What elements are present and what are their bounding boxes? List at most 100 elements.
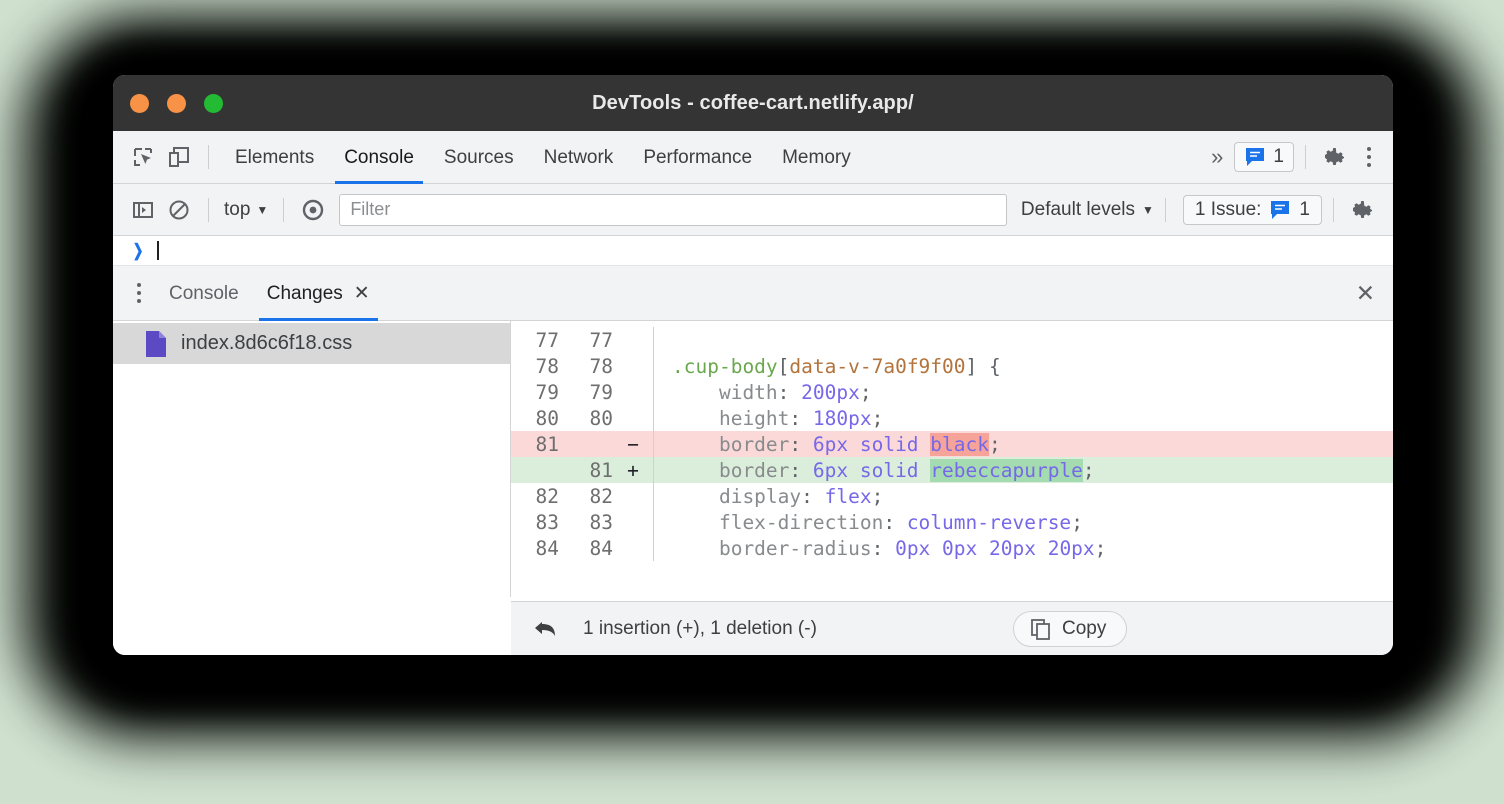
log-levels-selector[interactable]: Default levels ▼ — [1021, 199, 1154, 221]
device-toolbar-icon[interactable] — [161, 139, 197, 175]
diff-line: 8282 display: flex; — [511, 483, 1393, 509]
diff-line-number-old: 83 — [511, 511, 559, 534]
tab-elements[interactable]: Elements — [220, 131, 329, 184]
code-token: ; — [989, 433, 1001, 456]
code-token: ; — [860, 381, 872, 404]
copy-button[interactable]: Copy — [1013, 611, 1127, 647]
diff-line-number-old: 84 — [511, 537, 559, 560]
code-token: black — [930, 433, 989, 456]
copy-icon — [1030, 618, 1052, 640]
code-token: : — [789, 459, 812, 482]
diff-gutter-separator — [653, 327, 654, 353]
code-token: data-v-7a0f9f00 — [789, 355, 965, 378]
console-prompt-row[interactable]: ❯ — [113, 236, 1393, 266]
console-filter-input[interactable]: Filter — [339, 194, 1007, 226]
console-sidebar-icon[interactable] — [125, 192, 161, 228]
window-title: DevTools - coffee-cart.netlify.app/ — [113, 92, 1393, 115]
inspect-element-icon[interactable] — [125, 139, 161, 175]
more-tabs-icon[interactable]: » — [1201, 144, 1230, 170]
drawer-tab-console[interactable]: Console — [155, 266, 253, 321]
tab-sources[interactable]: Sources — [429, 131, 529, 184]
diff-marker: + — [613, 459, 653, 482]
file-list-footer-fill — [113, 600, 511, 655]
issues-badge[interactable]: 1 — [1234, 142, 1294, 172]
diff-gutter-separator — [653, 535, 654, 561]
minimize-window-button[interactable] — [167, 94, 186, 113]
diff-line-number-new: 82 — [559, 485, 613, 508]
css-file-icon — [144, 330, 168, 358]
diff-line: 8080 height: 180px; — [511, 405, 1393, 431]
diff-line-number-new: 79 — [559, 381, 613, 404]
code-token: [ — [778, 355, 790, 378]
close-changes-tab-icon[interactable]: ✕ — [354, 266, 370, 321]
chevron-down-icon-levels: ▼ — [1142, 203, 1154, 217]
code-token: border — [672, 433, 789, 456]
devtools-window: DevTools - coffee-cart.netlify.app/ Elem… — [113, 75, 1393, 655]
code-token: : — [872, 537, 895, 560]
diff-line-number-new: 80 — [559, 407, 613, 430]
diff-gutter-separator — [653, 483, 654, 509]
diff-line-number-new: 84 — [559, 537, 613, 560]
issues-badge-count: 1 — [1273, 146, 1284, 168]
close-window-button[interactable] — [130, 94, 149, 113]
tab-memory[interactable]: Memory — [767, 131, 866, 184]
gear-icon[interactable] — [1317, 139, 1353, 175]
diff-line-number-new: 77 — [559, 329, 613, 352]
console-toolbar-divider-3 — [1165, 198, 1166, 222]
changes-diff-view: 77777878.cup-body[data-v-7a0f9f00] {7979… — [511, 321, 1393, 597]
code-token: rebeccapurple — [930, 459, 1083, 482]
diff-line: 7979 width: 200px; — [511, 379, 1393, 405]
code-token: : — [789, 433, 812, 456]
changes-file-list: index.8d6c6f18.css — [113, 321, 511, 597]
code-token: flex-direction — [672, 511, 883, 534]
diff-line: 7878.cup-body[data-v-7a0f9f00] { — [511, 353, 1393, 379]
changes-file-item[interactable]: index.8d6c6f18.css — [113, 323, 510, 364]
diff-marker: − — [613, 433, 653, 456]
issues-counter-button[interactable]: 1 Issue: 1 — [1183, 195, 1322, 225]
issues-counter-label: 1 Issue: — [1195, 199, 1262, 221]
console-toolbar-divider — [208, 198, 209, 222]
close-drawer-icon[interactable]: ✕ — [1356, 280, 1379, 307]
live-expression-icon[interactable] — [295, 192, 331, 228]
console-toolbar-divider-2 — [283, 198, 284, 222]
tab-performance[interactable]: Performance — [628, 131, 767, 184]
prompt-chevron-icon: ❯ — [133, 241, 144, 261]
diff-gutter-separator — [653, 509, 654, 535]
tab-console[interactable]: Console — [329, 131, 429, 184]
diff-line-number-old: 81 — [511, 433, 559, 456]
code-token: ; — [1083, 459, 1095, 482]
drawer-tab-changes-label: Changes — [267, 266, 343, 321]
screenshot-canvas: DevTools - coffee-cart.netlify.app/ Elem… — [0, 0, 1504, 804]
console-toolbar: top ▼ Filter Default levels ▼ 1 Issue: — [113, 184, 1393, 236]
drawer-tab-changes[interactable]: Changes ✕ — [253, 266, 384, 321]
diff-code: .cup-body[data-v-7a0f9f00] { — [672, 355, 1393, 378]
diff-line: 8484 border-radius: 0px 0px 20px 20px; — [511, 535, 1393, 561]
issue-bubble-icon — [1244, 147, 1266, 167]
code-token: ; — [1095, 537, 1107, 560]
code-token: border-radius — [672, 537, 872, 560]
log-levels-label: Default levels — [1021, 199, 1135, 221]
clear-console-icon[interactable] — [161, 192, 197, 228]
execution-context-selector[interactable]: top ▼ — [220, 199, 272, 221]
diff-line-number-old: 82 — [511, 485, 559, 508]
diff-line-number-old: 78 — [511, 355, 559, 378]
tab-network[interactable]: Network — [529, 131, 629, 184]
code-token: width — [672, 381, 778, 404]
diff-gutter-separator — [653, 431, 654, 457]
changes-summary: 1 insertion (+), 1 deletion (-) — [583, 618, 817, 640]
toolbar-divider-2 — [1305, 145, 1306, 169]
code-token: 6px solid — [813, 433, 930, 456]
issue-bubble-icon-small — [1269, 200, 1291, 220]
console-settings-gear-icon[interactable] — [1345, 192, 1381, 228]
maximize-window-button[interactable] — [204, 94, 223, 113]
drawer-kebab-menu-icon[interactable] — [123, 283, 155, 303]
code-token: 6px solid — [813, 459, 930, 482]
code-token: 0px 0px 20px 20px — [895, 537, 1095, 560]
code-token: ; — [872, 407, 884, 430]
devtools-main-tabbar: Elements Console Sources Network Perform… — [113, 131, 1393, 184]
diff-line-number-new: 81 — [559, 459, 613, 482]
prompt-caret — [157, 241, 159, 260]
undo-icon[interactable] — [533, 618, 561, 640]
kebab-menu-icon[interactable] — [1353, 147, 1385, 167]
diff-gutter-separator — [653, 353, 654, 379]
